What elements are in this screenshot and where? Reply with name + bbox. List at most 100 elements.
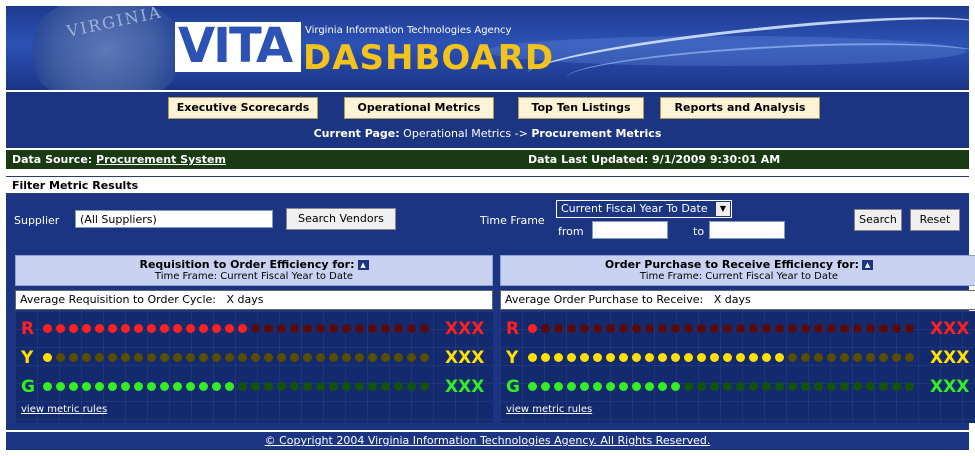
supplier-label: Supplier (14, 214, 60, 227)
to-label: to (693, 225, 705, 238)
last-updated: Data Last Updated: 9/1/2009 9:30:01 AM (528, 153, 781, 166)
view-metric-rules-link[interactable]: view metric rules (506, 404, 592, 415)
gauge-dot-empty (342, 324, 351, 333)
gauge-dot-empty (879, 324, 888, 333)
gauge-dot-filled (528, 324, 537, 333)
collapse-icon[interactable]: ▲ (357, 260, 369, 270)
gauge-dot-empty (342, 382, 351, 391)
gauge-dot-filled (658, 353, 667, 362)
gauge-dot-empty (775, 382, 784, 391)
average-value: X days (226, 293, 264, 306)
search-button[interactable]: Search (854, 209, 902, 231)
gauge-dot-empty (619, 324, 628, 333)
gauge-letter: G (506, 377, 520, 397)
average-label: Average Requisition to Order Cycle: (20, 293, 217, 306)
gauge-dot-empty (892, 324, 901, 333)
gauge-dot-filled (632, 382, 641, 391)
gauge-dot-empty (381, 353, 390, 362)
gauge-dot-filled (173, 324, 182, 333)
gauge-dot-empty (264, 324, 273, 333)
tab-operational-metrics[interactable]: Operational Metrics (344, 97, 494, 119)
gauge-dot-empty (814, 382, 823, 391)
gauge-dot-empty (368, 353, 377, 362)
gauge-dot-filled (82, 324, 91, 333)
tab-reports-and-analysis[interactable]: Reports and Analysis (660, 97, 820, 119)
gauge-letter: Y (506, 348, 519, 368)
gauge-dot-empty (251, 382, 260, 391)
gauge-dot-empty (710, 382, 719, 391)
gauge-dot-empty (290, 382, 299, 391)
requisition-to-order-panel: Requisition to Order Efficiency for: ▲ Ti… (15, 255, 493, 425)
gauge-dot-filled (710, 353, 719, 362)
gauge-dot-empty (749, 382, 758, 391)
supplier-input[interactable]: (All Suppliers) (75, 210, 273, 228)
breadcrumb-label: Current Page: (313, 127, 400, 140)
gauge-dot-filled (43, 353, 52, 362)
collapse-icon[interactable]: ▲ (862, 260, 874, 270)
gauge-dot-empty (316, 382, 325, 391)
gauge-dot-filled (749, 353, 758, 362)
gauge-dot-filled (212, 382, 221, 391)
gauge-dot-empty (580, 324, 589, 333)
gauge-dot-filled (43, 382, 52, 391)
gauge-dot-empty (801, 382, 810, 391)
gauge-dot-empty (723, 324, 732, 333)
gauge-dot-filled (95, 324, 104, 333)
gauge-dot-empty (905, 382, 914, 391)
gauge-dot-empty (316, 324, 325, 333)
gauge-letter: R (506, 319, 520, 339)
gauge-dot-filled (95, 382, 104, 391)
gauge-dot-empty (645, 324, 654, 333)
search-vendors-button[interactable]: Search Vendors (286, 208, 396, 230)
reset-button[interactable]: Reset (910, 209, 960, 231)
average-value: X days (713, 293, 751, 306)
gauge-dot-empty (355, 353, 364, 362)
gauge-dot-filled (238, 324, 247, 333)
from-label: from (558, 225, 584, 238)
gauge-dot-empty (905, 324, 914, 333)
gauge-dot-filled (567, 353, 576, 362)
data-status-bar: Data Source: Procurement System Data Las… (6, 150, 969, 169)
gauge-dot-empty (368, 324, 377, 333)
gauge-dot-empty (199, 353, 208, 362)
time-frame-select[interactable]: Current Fiscal Year To Date ▼ (556, 200, 732, 218)
gauge-dot-empty (879, 382, 888, 391)
gauge-dot-filled (528, 382, 537, 391)
gauge-dot-empty (684, 324, 693, 333)
gauge-dot-empty (303, 382, 312, 391)
gauge-dot-filled (160, 382, 169, 391)
gauge-dot-empty (541, 324, 550, 333)
gauge-dot-empty (420, 324, 429, 333)
gauge-dot-empty (329, 353, 338, 362)
gauge-dot-empty (394, 382, 403, 391)
gauge-dot-filled (528, 353, 537, 362)
tab-top-ten-listings[interactable]: Top Ten Listings (518, 97, 644, 119)
gauge-dot-filled (56, 324, 65, 333)
gauge-dot-empty (290, 324, 299, 333)
copyright-link[interactable]: © Copyright 2004 Virginia Information Te… (265, 434, 711, 447)
gauge-dot-empty (56, 353, 65, 362)
gauge-dot-empty (160, 353, 169, 362)
from-date-input[interactable] (592, 221, 668, 239)
gauge-dot-empty (238, 353, 247, 362)
data-source-label: Data Source: (12, 153, 93, 166)
gauge-dot-empty (329, 324, 338, 333)
to-date-input[interactable] (709, 221, 785, 239)
gauge-dot-filled (160, 324, 169, 333)
view-metric-rules-link[interactable]: view metric rules (21, 404, 107, 415)
gauge-dot-filled (69, 324, 78, 333)
gauge-dot-empty (697, 324, 706, 333)
tab-executive-scorecards[interactable]: Executive Scorecards (168, 97, 318, 119)
filter-panel: Supplier (All Suppliers) Search Vendors … (6, 194, 969, 250)
gauge-dot-filled (554, 353, 563, 362)
chevron-down-icon[interactable]: ▼ (716, 202, 730, 216)
data-source-link[interactable]: Procurement System (96, 153, 226, 166)
panel-title: Requisition to Order Efficiency for: (139, 258, 355, 271)
dashboard-page: VIRGINIA VITA Virginia Information Techn… (0, 0, 975, 456)
gauge-dot-empty (723, 382, 732, 391)
gauge-dot-empty (866, 353, 875, 362)
gauge-dot-empty (827, 353, 836, 362)
gauge-dot-empty (684, 382, 693, 391)
gauge-dot-empty (905, 353, 914, 362)
navigation-bar: Executive Scorecards Operational Metrics… (6, 92, 969, 148)
